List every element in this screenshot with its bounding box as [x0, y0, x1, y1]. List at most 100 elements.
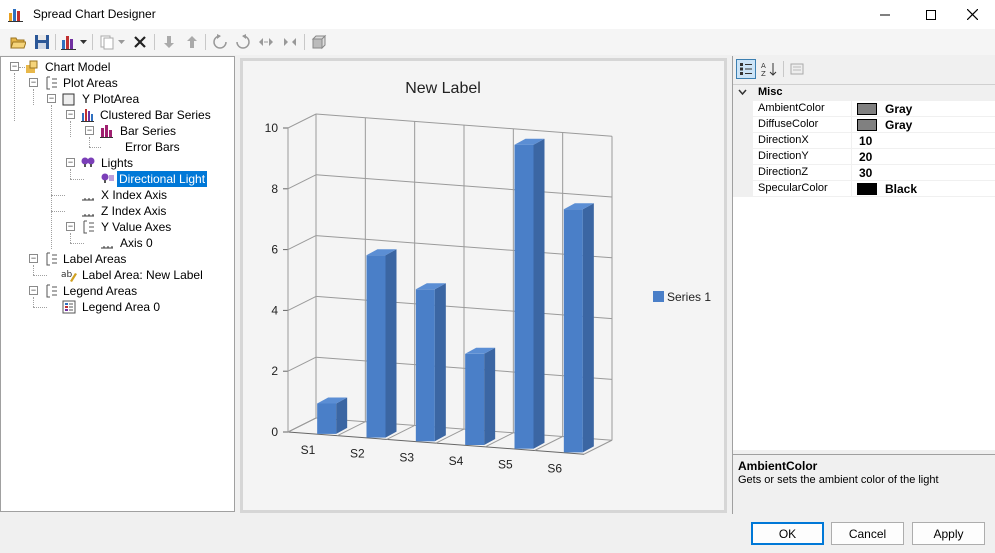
- tree-item-directional-light[interactable]: Directional Light: [1, 171, 231, 187]
- chart-model-tree[interactable]: − Chart Model − Plot Areas − Y PlotArea …: [0, 56, 235, 512]
- property-value[interactable]: 10: [859, 134, 872, 148]
- tree-item-y-plotarea[interactable]: − Y PlotArea: [1, 91, 231, 107]
- description-title: AmbientColor: [738, 459, 818, 473]
- property-row[interactable]: DirectionY 20: [733, 149, 995, 165]
- apply-button[interactable]: Apply: [912, 522, 985, 545]
- category-row[interactable]: Misc: [733, 85, 995, 101]
- bar-side: [484, 347, 496, 445]
- property-row[interactable]: DirectionX 10: [733, 133, 995, 149]
- description-text: Gets or sets the ambient color of the li…: [738, 474, 939, 486]
- tree-item-x-index-axis[interactable]: X Index Axis: [1, 187, 231, 203]
- tree-item-chart-model[interactable]: − Chart Model: [1, 59, 231, 75]
- tree-item-label: Axis 0: [120, 236, 153, 250]
- rotate-right-button[interactable]: [234, 33, 252, 51]
- property-value[interactable]: 30: [859, 166, 872, 180]
- property-value[interactable]: Gray: [885, 102, 912, 116]
- copy-dropdown[interactable]: [116, 33, 126, 51]
- column-divider: [851, 149, 852, 165]
- tree-item-bar-series[interactable]: − Bar Series: [1, 123, 231, 139]
- collection-icon: [46, 252, 57, 266]
- open-icon: [10, 37, 26, 49]
- maximize-button[interactable]: [908, 0, 954, 29]
- tree-item-label-areas[interactable]: − Label Areas: [1, 251, 231, 267]
- svg-text:Z: Z: [761, 70, 766, 77]
- collapse-toggle[interactable]: −: [29, 254, 38, 263]
- close-button[interactable]: [949, 0, 995, 29]
- tree-item-clustered-bar-series[interactable]: − Clustered Bar Series: [1, 107, 231, 123]
- y-tick-label: 10: [265, 121, 279, 135]
- copy-button[interactable]: [98, 33, 116, 51]
- left-right-icon: [259, 38, 273, 46]
- chart-canvas: New Label 0 2 4 6 8 10 S1 S2 S3 S4 S5 S6 Series 1: [243, 61, 724, 510]
- tree-item-label: Plot Areas: [63, 76, 118, 90]
- property-list: Misc AmbientColor Gray DiffuseColor Gray…: [733, 84, 995, 450]
- property-name: DiffuseColor: [758, 118, 819, 130]
- column-divider: [851, 165, 852, 181]
- bar: [563, 203, 594, 453]
- move-up-button[interactable]: [183, 33, 201, 51]
- left-right-button[interactable]: [257, 33, 275, 51]
- collection-icon: [46, 76, 57, 90]
- bar-front: [563, 209, 583, 453]
- bar: [465, 347, 496, 445]
- chart-type-button[interactable]: [60, 33, 78, 51]
- property-row[interactable]: SpecularColor Black: [733, 181, 995, 197]
- property-pages-button[interactable]: [787, 59, 807, 79]
- collapse-toggle[interactable]: −: [29, 286, 38, 295]
- property-row[interactable]: DirectionZ 30: [733, 165, 995, 181]
- tree-item-lights[interactable]: − Lights: [1, 155, 231, 171]
- minimize-button[interactable]: [862, 0, 908, 29]
- row-gutter: [733, 133, 753, 149]
- property-name: SpecularColor: [758, 182, 828, 194]
- x-tick-label: S5: [498, 458, 513, 472]
- collapse-toggle[interactable]: −: [66, 158, 75, 167]
- maximize-icon: [926, 9, 936, 20]
- categorized-button[interactable]: [736, 59, 756, 79]
- delete-button[interactable]: [131, 33, 149, 51]
- bar: [317, 397, 348, 434]
- tree-item-label: Directional Light: [117, 171, 208, 187]
- bar-side: [533, 138, 545, 449]
- tree-item-axis-0[interactable]: Axis 0: [1, 235, 231, 251]
- tree-item-label-area[interactable]: ab Label Area: New Label: [1, 267, 231, 283]
- chart-preview[interactable]: New Label 0 2 4 6 8 10 S1 S2 S3 S4 S5 S6 Series 1: [240, 58, 727, 513]
- tree-item-z-index-axis[interactable]: Z Index Axis: [1, 203, 231, 219]
- x-tick-label: S4: [449, 454, 464, 468]
- property-value[interactable]: 20: [859, 150, 872, 164]
- column-divider: [851, 101, 852, 117]
- collapse-toggle[interactable]: −: [66, 110, 75, 119]
- x-tick-label: S1: [301, 443, 316, 457]
- 3d-view-icon: [311, 34, 327, 50]
- tree-item-plot-areas[interactable]: − Plot Areas: [1, 75, 231, 91]
- property-value[interactable]: Gray: [885, 118, 912, 132]
- move-up-icon: [187, 36, 197, 48]
- tree-item-error-bars[interactable]: Error Bars: [1, 139, 231, 155]
- tree-item-legend-areas[interactable]: − Legend Areas: [1, 283, 231, 299]
- property-row[interactable]: DiffuseColor Gray: [733, 117, 995, 133]
- collapse-toggle[interactable]: −: [10, 62, 19, 71]
- gridline: [287, 174, 317, 190]
- chevron-down-icon[interactable]: [738, 89, 747, 97]
- chart-type-dropdown[interactable]: [78, 33, 88, 51]
- rotate-left-button[interactable]: [211, 33, 229, 51]
- alphabetical-button[interactable]: AZ: [759, 59, 779, 79]
- 3d-view-button[interactable]: [310, 33, 328, 51]
- label-area-icon: ab: [61, 270, 77, 282]
- collapse-toggle[interactable]: −: [85, 126, 94, 135]
- collapse-toggle[interactable]: −: [47, 94, 56, 103]
- cancel-button[interactable]: Cancel: [831, 522, 904, 545]
- open-button[interactable]: [9, 33, 27, 51]
- property-row[interactable]: AmbientColor Gray: [733, 101, 995, 117]
- property-value[interactable]: Black: [885, 182, 917, 196]
- save-button[interactable]: [33, 33, 51, 51]
- dropdown-icon: [79, 40, 87, 44]
- move-down-button[interactable]: [160, 33, 178, 51]
- right-left-button[interactable]: [281, 33, 299, 51]
- close-icon: [966, 9, 978, 20]
- ok-button[interactable]: OK: [751, 522, 824, 545]
- collapse-toggle[interactable]: −: [66, 222, 75, 231]
- tree-item-legend-area-0[interactable]: Legend Area 0: [1, 299, 231, 315]
- collapse-toggle[interactable]: −: [29, 78, 38, 87]
- tree-item-y-value-axes[interactable]: − Y Value Axes: [1, 219, 231, 235]
- collection-icon: [83, 220, 94, 234]
